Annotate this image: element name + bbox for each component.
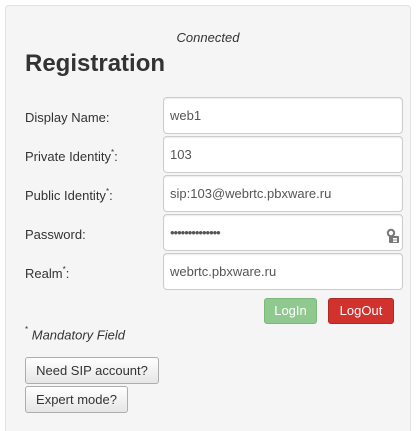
mandatory-field-note: * Mandatory Field (25, 325, 125, 343)
password-field[interactable] (163, 214, 403, 251)
label-colon: : (65, 266, 70, 281)
logout-button[interactable]: LogOut (328, 298, 394, 324)
label-colon: : (114, 149, 118, 164)
page-title: Registration (25, 50, 166, 77)
mandatory-field-text: Mandatory Field (31, 327, 125, 343)
display-name-field[interactable] (163, 97, 403, 134)
password-label-text: Password: (25, 227, 86, 242)
connection-status: Connected (176, 30, 240, 45)
need-sip-account-button[interactable]: Need SIP account? (25, 357, 159, 384)
key-icon[interactable] (386, 228, 400, 244)
realm-field[interactable] (163, 253, 403, 290)
required-marker: * (25, 325, 29, 334)
required-marker: * (111, 147, 115, 157)
public-identity-label: Public Identity*: (25, 186, 113, 204)
realm-label-text: Realm (25, 266, 63, 281)
display-name-label-text: Display Name: (25, 110, 110, 125)
required-marker: * (62, 264, 66, 274)
display-name-label: Display Name: (25, 110, 110, 126)
password-label: Password: (25, 227, 86, 243)
login-button[interactable]: LogIn (264, 298, 317, 324)
registration-panel: Connected Registration Display Name: Pri… (5, 5, 411, 431)
label-colon: : (109, 188, 113, 203)
public-identity-label-text: Public Identity (25, 188, 106, 203)
required-marker: * (105, 186, 110, 196)
realm-label: Realm*: (25, 264, 70, 282)
public-identity-field[interactable] (163, 175, 403, 212)
private-identity-label: Private Identity*: (25, 147, 118, 165)
private-identity-field[interactable] (163, 136, 403, 173)
expert-mode-button[interactable]: Expert mode? (25, 386, 128, 413)
private-identity-label-text: Private Identity (25, 149, 111, 164)
